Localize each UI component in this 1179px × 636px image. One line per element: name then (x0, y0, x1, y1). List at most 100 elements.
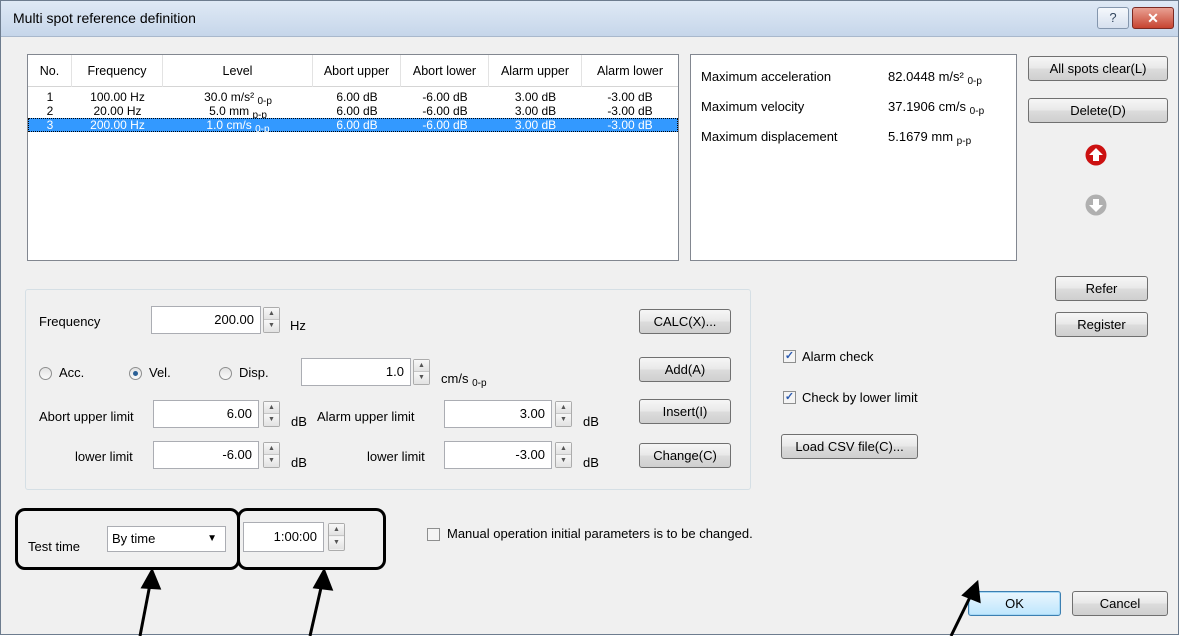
spin-down-icon[interactable]: ▼ (264, 455, 279, 467)
dialog-window: Multi spot reference definition ? ✕ No. … (0, 0, 1179, 636)
manual-operation-label[interactable]: Manual operation initial parameters is t… (447, 526, 753, 541)
cell-no: 3 (46, 118, 54, 132)
move-up-button[interactable] (1085, 144, 1107, 166)
column-abort-lower[interactable]: Abort lower (401, 55, 489, 87)
spin-up-icon[interactable]: ▲ (264, 308, 279, 320)
vel-radio[interactable] (129, 367, 142, 380)
cell-no: 1 (46, 90, 54, 104)
frequency-label: Frequency (39, 314, 101, 329)
table-row[interactable]: 2 20.00 Hz 5.0 mm p-p 6.00 dB -6.00 dB 3… (28, 104, 678, 121)
alarm-upper-spinner[interactable]: ▲ ▼ (555, 401, 572, 427)
cell-alarm-upper: 3.00 dB (514, 90, 557, 104)
max-velocity-value: 37.1906 cm/s 0-p (888, 99, 984, 117)
help-button[interactable]: ? (1097, 7, 1129, 29)
change-button[interactable]: Change(C) (639, 443, 731, 468)
abort-upper-label: Abort upper limit (39, 409, 134, 424)
arrow-up-icon (312, 567, 334, 591)
cell-abort-upper: 6.00 dB (336, 90, 378, 104)
max-acceleration-sub: 0-p (967, 76, 982, 87)
lower-limit-checkbox[interactable]: ✓ (783, 391, 796, 404)
arrow-up-icon (961, 579, 981, 604)
max-displacement-sub: p-p (956, 136, 972, 147)
spin-down-icon[interactable]: ▼ (556, 455, 571, 467)
frequency-unit: Hz (290, 318, 306, 333)
table-row[interactable]: 1 100.00 Hz 30.0 m/s² 0-p 6.00 dB -6.00 … (28, 90, 678, 107)
abort-lower-input[interactable]: -6.00 (153, 441, 259, 469)
all-spots-clear-button[interactable]: All spots clear(L) (1028, 56, 1168, 81)
max-values-panel: Maximum acceleration 82.0448 m/s² 0-p Ma… (690, 54, 1017, 261)
dialog-title: Multi spot reference definition (13, 10, 196, 26)
column-no[interactable]: No. (28, 55, 72, 87)
spin-up-icon[interactable]: ▲ (556, 443, 571, 455)
column-abort-upper[interactable]: Abort upper (313, 55, 401, 87)
abort-lower-label: lower limit (75, 449, 133, 464)
close-button[interactable]: ✕ (1132, 7, 1174, 29)
column-frequency[interactable]: Frequency (72, 55, 163, 87)
delete-button[interactable]: Delete(D) (1028, 98, 1168, 123)
cell-abort-lower: -6.00 dB (422, 90, 468, 104)
spin-up-icon[interactable]: ▲ (264, 443, 279, 455)
insert-button[interactable]: Insert(I) (639, 399, 731, 424)
alarm-upper-input[interactable]: 3.00 (444, 400, 552, 428)
arrow-up-icon (140, 567, 162, 590)
table-row-selected[interactable]: 3 200.00 Hz 1.0 cm/s 0-p 6.00 dB -6.00 d… (28, 118, 678, 135)
add-button[interactable]: Add(A) (639, 357, 731, 382)
level-unit-sub: 0-p (472, 378, 487, 389)
callout-arrows (138, 567, 981, 636)
spin-up-icon[interactable]: ▲ (414, 360, 429, 372)
cell-level: 5.0 mm p-p (163, 104, 313, 121)
cell-alarm-upper: 3.00 dB (514, 118, 557, 132)
refer-button[interactable]: Refer (1055, 276, 1148, 301)
acc-radio[interactable] (39, 367, 52, 380)
cell-abort-upper: 6.00 dB (336, 104, 378, 118)
frequency-input[interactable]: 200.00 (151, 306, 261, 334)
level-input[interactable]: 1.0 (301, 358, 411, 386)
cell-abort-lower: -6.00 dB (422, 118, 468, 132)
level-unit: cm/s 0-p (441, 371, 487, 389)
alarm-upper-label: Alarm upper limit (317, 409, 415, 424)
load-csv-button[interactable]: Load CSV file(C)... (781, 434, 918, 459)
calc-button[interactable]: CALC(X)... (639, 309, 731, 334)
abort-upper-input[interactable]: 6.00 (153, 400, 259, 428)
lower-limit-label[interactable]: Check by lower limit (802, 390, 918, 405)
level-spinner[interactable]: ▲ ▼ (413, 359, 430, 385)
abort-upper-spinner[interactable]: ▲ ▼ (263, 401, 280, 427)
move-down-button[interactable] (1085, 194, 1107, 216)
cell-frequency: 100.00 Hz (90, 90, 145, 104)
cell-abort-lower: -6.00 dB (422, 104, 468, 118)
max-velocity-label: Maximum velocity (701, 99, 805, 114)
cell-frequency: 20.00 Hz (93, 104, 142, 118)
frequency-spinner[interactable]: ▲ ▼ (263, 307, 280, 333)
register-button[interactable]: Register (1055, 312, 1148, 337)
cell-alarm-lower: -3.00 dB (607, 118, 653, 132)
alarm-check-label[interactable]: Alarm check (802, 349, 874, 364)
alarm-lower-input[interactable]: -3.00 (444, 441, 552, 469)
abort-upper-unit: dB (291, 414, 307, 429)
manual-operation-checkbox[interactable] (427, 528, 440, 541)
spot-list-header: No. Frequency Level Abort upper Abort lo… (28, 55, 678, 87)
title-bar[interactable]: Multi spot reference definition ? ✕ (1, 1, 1178, 37)
alarm-check-checkbox[interactable]: ✓ (783, 350, 796, 363)
spin-down-icon[interactable]: ▼ (264, 320, 279, 332)
abort-lower-spinner[interactable]: ▲ ▼ (263, 442, 280, 468)
spin-down-icon[interactable]: ▼ (264, 414, 279, 426)
max-displacement-value: 5.1679 mm p-p (888, 129, 971, 147)
arrow-up-icon (1085, 144, 1107, 166)
arrow-down-icon (1085, 194, 1107, 216)
column-alarm-lower[interactable]: Alarm lower (582, 55, 678, 87)
spin-down-icon[interactable]: ▼ (556, 414, 571, 426)
vel-radio-label[interactable]: Vel. (149, 365, 171, 380)
spin-up-icon[interactable]: ▲ (264, 402, 279, 414)
cell-level-value: 5.0 mm (209, 104, 250, 118)
column-alarm-upper[interactable]: Alarm upper (489, 55, 582, 87)
spin-up-icon[interactable]: ▲ (556, 402, 571, 414)
column-level[interactable]: Level (163, 55, 313, 87)
disp-radio[interactable] (219, 367, 232, 380)
alarm-lower-spinner[interactable]: ▲ ▼ (555, 442, 572, 468)
spin-down-icon[interactable]: ▼ (414, 372, 429, 384)
acc-radio-label[interactable]: Acc. (59, 365, 84, 380)
cell-alarm-lower: -3.00 dB (607, 104, 653, 118)
spot-list[interactable]: No. Frequency Level Abort upper Abort lo… (27, 54, 679, 261)
disp-radio-label[interactable]: Disp. (239, 365, 269, 380)
alarm-lower-unit: dB (583, 455, 599, 470)
